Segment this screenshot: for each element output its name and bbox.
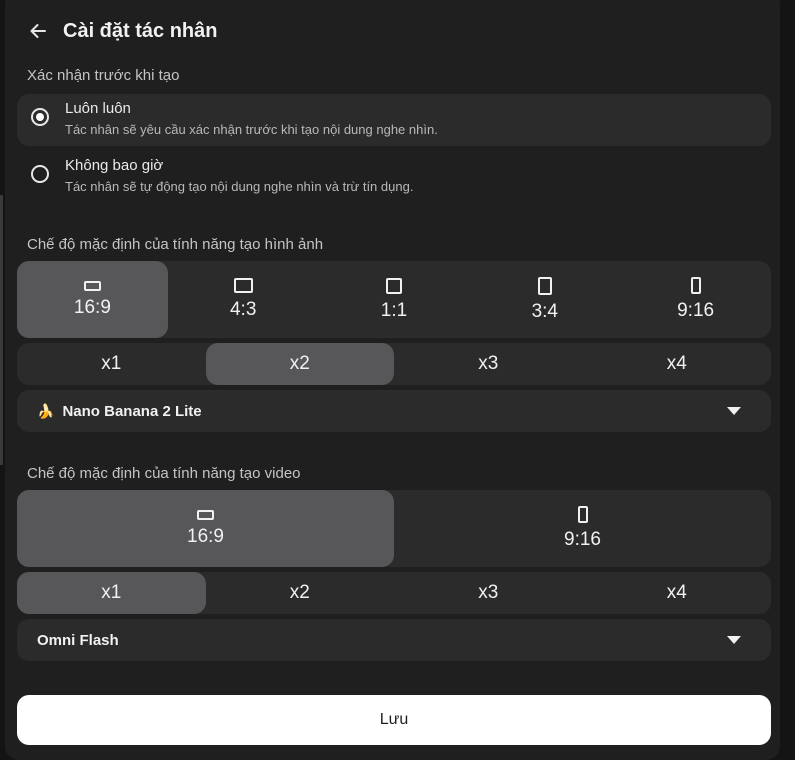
image-count-x3[interactable]: x3: [394, 343, 583, 385]
portrait-ratio-icon: [537, 276, 552, 295]
landscape-ratio-icon: [233, 278, 253, 293]
video-count-x4[interactable]: x4: [583, 572, 772, 614]
banana-icon: 🍌: [37, 402, 55, 419]
image-model-dropdown[interactable]: 🍌 Nano Banana 2 Lite: [17, 390, 771, 432]
chevron-down-icon: [727, 636, 741, 644]
image-ratio-9-16[interactable]: 9:16: [620, 261, 771, 338]
square-ratio-icon: [385, 277, 402, 294]
image-ratio-16-9[interactable]: 16:9: [17, 261, 168, 338]
portrait-ratio-icon: [577, 506, 588, 523]
chevron-down-icon: [727, 407, 741, 415]
image-ratio-4-3[interactable]: 4:3: [168, 261, 319, 338]
video-section-label: Chế độ mặc định của tính năng tạo video: [27, 465, 301, 482]
option-description: Tác nhân sẽ tự động tạo nội dung nghe nh…: [65, 179, 414, 194]
video-ratio-9-16[interactable]: 9:16: [394, 490, 771, 567]
page-title: Cài đặt tác nhân: [63, 19, 218, 42]
landscape-ratio-icon: [197, 509, 214, 520]
video-count-x2[interactable]: x2: [206, 572, 395, 614]
video-model-dropdown[interactable]: Omni Flash: [17, 619, 771, 661]
image-count-selector: x1 x2 x3 x4: [17, 343, 771, 385]
option-title: Không bao giờ: [65, 157, 164, 174]
image-count-x2[interactable]: x2: [205, 343, 394, 385]
header: Cài đặt tác nhân: [27, 18, 217, 44]
image-section-label: Chế độ mặc định của tính năng tạo hình ả…: [27, 236, 324, 253]
confirm-section-label: Xác nhận trước khi tạo: [27, 67, 180, 84]
video-count-x1[interactable]: x1: [17, 572, 206, 614]
image-ratio-3-4[interactable]: 3:4: [469, 261, 620, 338]
option-title: Luôn luôn: [65, 100, 131, 117]
image-count-x1[interactable]: x1: [17, 343, 206, 385]
video-ratio-16-9[interactable]: 16:9: [17, 490, 394, 567]
image-ratio-1-1[interactable]: 1:1: [319, 261, 470, 338]
window-edge: [0, 195, 3, 465]
radio-option-never[interactable]: Không bao giờ Tác nhân sẽ tự động tạo nộ…: [17, 151, 771, 203]
option-description: Tác nhân sẽ yêu cầu xác nhận trước khi t…: [65, 122, 438, 137]
radio-option-always[interactable]: Luôn luôn Tác nhân sẽ yêu cầu xác nhận t…: [17, 94, 771, 146]
image-aspect-ratio-selector: 16:9 4:3 1:1 3:4 9:16: [17, 261, 771, 338]
radio-selected-icon: [31, 108, 49, 126]
radio-unselected-icon: [31, 165, 49, 183]
portrait-ratio-icon: [690, 277, 701, 294]
image-count-x4[interactable]: x4: [583, 343, 772, 385]
image-model-name: Nano Banana 2 Lite: [62, 402, 202, 420]
save-button[interactable]: Lưu: [17, 695, 771, 745]
video-count-selector: x1 x2 x3 x4: [17, 572, 771, 614]
video-count-x3[interactable]: x3: [394, 572, 583, 614]
arrow-left-icon: [30, 24, 46, 38]
landscape-ratio-icon: [83, 280, 101, 291]
video-model-name: Omni Flash: [37, 631, 119, 649]
video-aspect-ratio-selector: 16:9 9:16: [17, 490, 771, 567]
back-button[interactable]: [27, 20, 49, 42]
